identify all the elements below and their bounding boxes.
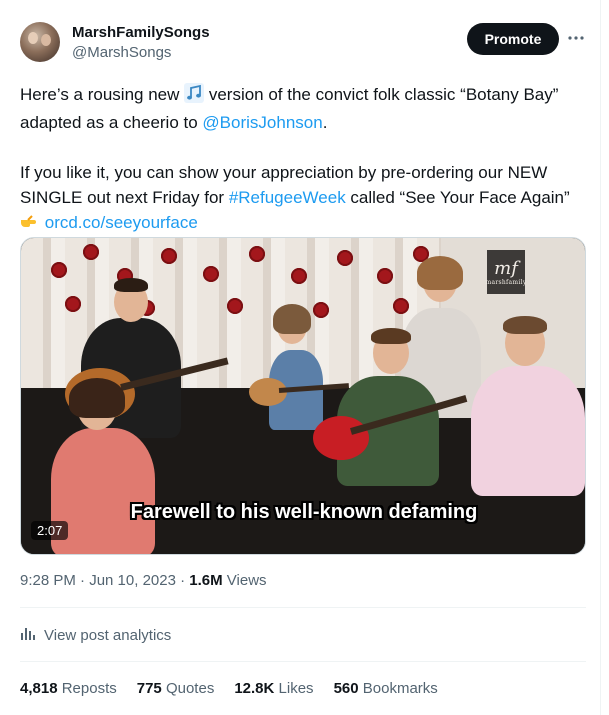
promote-button[interactable]: Promote [467,23,559,55]
views-count: 1.6M [189,572,223,589]
video-logo-text: mf [494,258,518,279]
bookmarks-label: Bookmarks [362,680,438,697]
more-horizontal-icon[interactable] [566,28,586,48]
post-timestamp[interactable]: 9:28 PM · Jun 10, 2023 · [20,572,189,589]
likes-count: 12.8K [234,680,275,697]
mention-link[interactable]: @BorisJohnson [202,113,322,132]
profile-avatar[interactable] [20,22,60,62]
quotes-count: 775 [136,680,162,697]
user-handle[interactable]: @MarshSongs [72,44,171,61]
reposts-label: Reposts [61,680,117,697]
bookmarks-count: 560 [333,680,359,697]
divider [20,661,586,662]
likes-label: Likes [278,680,314,697]
reposts-stat[interactable]: 4,818 Reposts [20,680,117,697]
video-duration: 2:07 [31,521,69,540]
video-logo: mf marshfamily [485,250,527,294]
likes-stat[interactable]: 12.8K Likes [234,680,313,697]
post-meta: 9:28 PM · Jun 10, 2023 · 1.6M Views [20,572,267,589]
quotes-stat[interactable]: 775 Quotes [137,680,215,697]
reposts-count: 4,818 [20,680,58,697]
post-card: MarshFamilySongs @MarshSongs Promote Her… [0,0,601,715]
hashtag-link[interactable]: #RefugeeWeek [229,188,346,207]
video-player[interactable]: mf marshfamily Farewell to his well-know… [20,237,586,555]
view-analytics-label: View post analytics [44,626,172,644]
music-notes-icon [184,83,205,110]
post-text-segment: . [322,113,328,132]
analytics-bar-icon [20,625,36,645]
video-logo-subtext: marshfamily [485,279,527,286]
post-text: Here’s a rousing new version of the conv… [20,82,590,238]
engagement-stats: 4,818 Reposts 775 Quotes 12.8K Likes 560… [20,680,438,697]
divider [20,607,586,608]
post-text-segment: Here’s a rousing new [20,85,185,104]
bookmarks-stat[interactable]: 560 Bookmarks [334,680,438,697]
post-text-segment: called “See Your Face Again” [345,188,570,207]
quotes-label: Quotes [165,680,215,697]
views-label: Views [222,572,267,589]
video-caption: Farewell to his well-known defaming [130,501,478,523]
display-name[interactable]: MarshFamilySongs [72,24,210,41]
view-analytics-link[interactable]: View post analytics [20,625,171,645]
external-url-link[interactable]: orcd.co/seeyourface [45,213,198,232]
pointing-hand-icon [20,213,40,238]
